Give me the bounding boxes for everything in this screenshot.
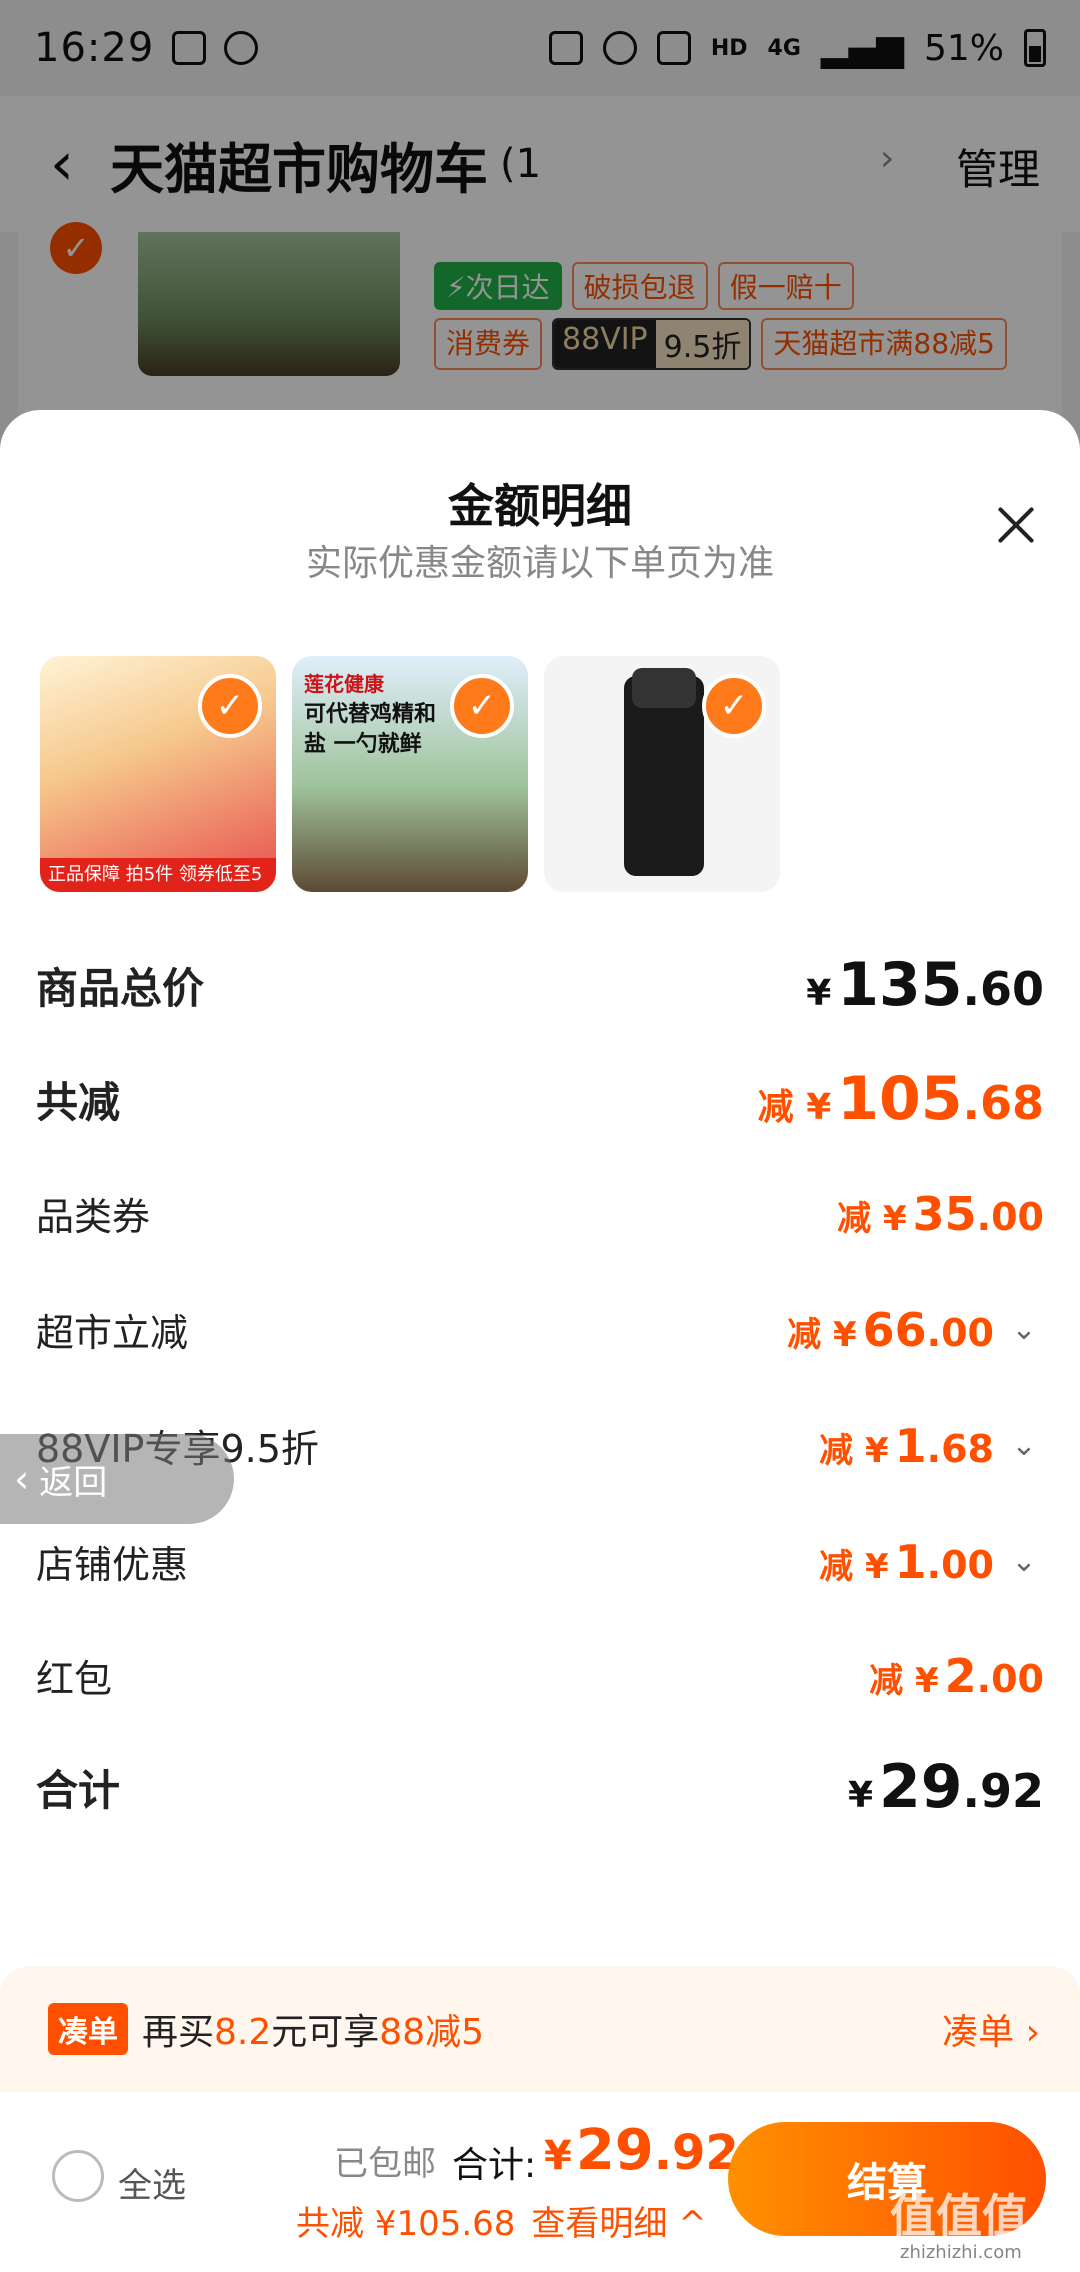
- row-value: 减 ¥ 105 .68: [758, 1064, 1044, 1134]
- amount-int: 66: [862, 1302, 927, 1357]
- promo-amount: 8.2: [214, 2012, 272, 2053]
- amount-dec: .00: [926, 1542, 994, 1587]
- row-label: 合计: [36, 1765, 121, 1815]
- saved-amount: 共减 ¥105.68: [296, 2204, 516, 2244]
- amount-int: 35: [912, 1186, 977, 1241]
- shipping-label: 已包邮: [334, 2144, 436, 2184]
- product-brand: 莲花健康: [304, 672, 384, 696]
- amount-dec: .60: [962, 962, 1045, 1016]
- currency-symbol: 减 ¥: [837, 1198, 907, 1239]
- product-slogan: 可代替鸡精和盐 一勺就鲜: [304, 702, 437, 757]
- promo-bar[interactable]: 凑单 再买8.2元可享88减5 凑单 ›: [0, 1966, 1080, 2092]
- amount-dec: .92: [653, 2125, 739, 2181]
- total-label: 合计:: [452, 2145, 537, 2186]
- row-value: 减 ¥ 1 .00: [819, 1535, 994, 1589]
- amount-dec: .92: [962, 1764, 1045, 1818]
- row-total-discount: 共减 减 ¥ 105 .68: [36, 1064, 1044, 1134]
- checkmark-icon[interactable]: ✓: [450, 674, 514, 738]
- currency-symbol: 减 ¥: [787, 1314, 857, 1355]
- amount-dec: .68: [962, 1076, 1045, 1130]
- amount-dec: .68: [926, 1426, 994, 1471]
- row-category-coupon: 品类券 减 ¥ 35 .00: [36, 1186, 1044, 1241]
- chevron-down-icon[interactable]: ⌄: [1004, 1428, 1044, 1463]
- product-thumbnails: ✓ 正品保障 拍5件 领券低至5折 莲花健康 可代替鸡精和盐 一勺就鲜 ✓ ✓: [40, 656, 780, 892]
- watermark-url: zhizhizhi.com: [900, 2242, 1022, 2263]
- row-value: ¥ 135 .60: [806, 950, 1044, 1020]
- product-thumb-1[interactable]: ✓ 正品保障 拍5件 领券低至5折: [40, 656, 276, 892]
- currency-symbol: ¥: [847, 1775, 873, 1816]
- amount-int: 29: [879, 1752, 963, 1822]
- checkmark-icon[interactable]: ✓: [198, 674, 262, 738]
- currency-symbol: 减 ¥: [757, 1087, 832, 1128]
- select-all-radio[interactable]: [52, 2150, 104, 2202]
- product-thumb-3[interactable]: ✓: [544, 656, 780, 892]
- amount-int: 29: [575, 2118, 654, 2183]
- product-bottle-image: [624, 668, 704, 876]
- checkmark-icon[interactable]: ✓: [702, 674, 766, 738]
- amount-int: 135: [837, 950, 963, 1020]
- row-label: 红包: [36, 1657, 113, 1701]
- footer-total-value: ¥ 29 .92: [544, 2118, 739, 2183]
- view-detail-link[interactable]: 查看明细 ^: [531, 2204, 706, 2244]
- row-store-discount[interactable]: 店铺优惠 减 ¥ 1 .00 ⌄: [36, 1534, 1044, 1589]
- row-grand-total: 合计 ¥ 29 .92: [36, 1752, 1044, 1822]
- sheet-title: 金额明细: [448, 479, 632, 533]
- row-value: ¥ 29 .92: [848, 1752, 1044, 1822]
- watermark: 值值值: [890, 2189, 1028, 2243]
- product-thumb-2[interactable]: 莲花健康 可代替鸡精和盐 一勺就鲜 ✓: [292, 656, 528, 892]
- saved-summary: 共减 ¥105.68 查看明细 ^: [296, 2196, 707, 2245]
- row-label: 店铺优惠: [36, 1543, 189, 1587]
- row-label: 共减: [36, 1077, 121, 1127]
- promo-text-a: 再买: [142, 2012, 215, 2053]
- row-value: 减 ¥ 1 .68: [819, 1419, 994, 1473]
- currency-symbol: ¥: [544, 2133, 572, 2179]
- floating-back-button[interactable]: ‹ 返回: [0, 1434, 234, 1524]
- amount-int: 105: [837, 1064, 963, 1134]
- amount-int: 2: [944, 1648, 977, 1703]
- promo-deal: 88减5: [379, 2012, 485, 2053]
- promo-text: 再买8.2元可享88减5: [142, 2003, 484, 2055]
- row-label: 超市立减: [36, 1311, 189, 1355]
- chevron-down-icon[interactable]: ⌄: [1004, 1312, 1044, 1347]
- currency-symbol: ¥: [806, 973, 832, 1014]
- select-all-label[interactable]: 全选: [118, 2158, 186, 2207]
- chevron-down-icon[interactable]: ⌄: [1004, 1544, 1044, 1579]
- sheet-subtitle: 实际优惠金额请以下单页为准: [305, 543, 774, 584]
- currency-symbol: 减 ¥: [819, 1546, 889, 1587]
- row-red-packet: 红包 减 ¥ 2 .00: [36, 1648, 1044, 1703]
- row-label: 商品总价: [36, 963, 205, 1013]
- currency-symbol: 减 ¥: [869, 1660, 939, 1701]
- chevron-left-icon: ‹: [14, 1457, 30, 1501]
- promo-text-b: 元可享: [271, 2012, 380, 2053]
- amount-dec: .00: [976, 1656, 1044, 1701]
- promo-link[interactable]: 凑单 ›: [942, 2003, 1040, 2055]
- floating-back-label: 返回: [39, 1462, 108, 1503]
- promo-pill: 凑单: [48, 2003, 128, 2055]
- amount-int: 1: [894, 1534, 927, 1589]
- row-label: 品类券: [36, 1195, 151, 1239]
- amount-dec: .00: [926, 1310, 994, 1355]
- amount-int: 1: [894, 1418, 927, 1473]
- row-value: 减 ¥ 66 .00: [787, 1303, 994, 1357]
- row-value: 减 ¥ 35 .00: [837, 1187, 1044, 1241]
- close-icon[interactable]: [988, 498, 1044, 554]
- currency-symbol: 减 ¥: [819, 1430, 889, 1471]
- row-total-price: 商品总价 ¥ 135 .60: [36, 950, 1044, 1020]
- amount-dec: .00: [976, 1194, 1044, 1239]
- row-market-discount[interactable]: 超市立减 减 ¥ 66 .00 ⌄: [36, 1302, 1044, 1357]
- product-badge: 正品保障 拍5件 领券低至5折: [40, 858, 276, 892]
- row-value: 减 ¥ 2 .00: [869, 1649, 1044, 1703]
